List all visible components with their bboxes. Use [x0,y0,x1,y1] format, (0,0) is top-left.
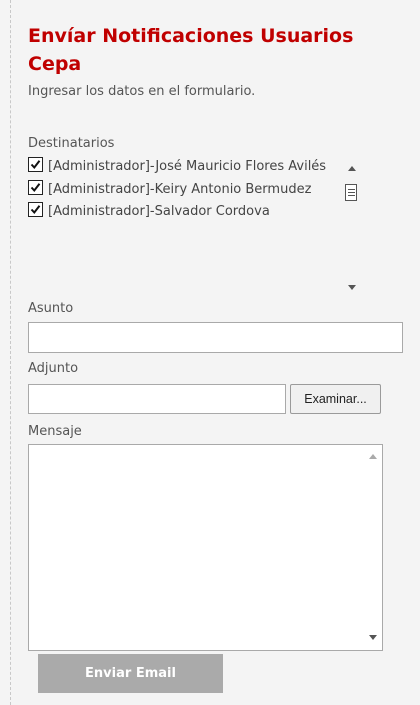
recipient-item[interactable]: [Administrador]-Keiry Antonio Bermudez [28,179,348,202]
recipient-label: [Administrador]-Salvador Cordova [48,204,270,219]
check-icon [30,182,41,192]
scroll-down-icon[interactable] [369,635,377,640]
scroll-up-icon[interactable] [348,166,356,171]
attachment-path-input[interactable] [28,384,286,414]
recipient-checkbox-checked[interactable] [28,157,43,172]
recipient-checkbox-checked[interactable] [28,202,43,217]
recipient-item[interactable]: [Administrador]-José Mauricio Flores Avi… [28,156,348,179]
send-email-button[interactable]: Enviar Email [38,654,223,693]
recipients-scrollbar[interactable] [344,158,360,296]
check-icon [30,160,41,170]
scroll-down-icon[interactable] [348,285,356,290]
subject-input[interactable] [28,322,403,353]
page-title: Envíar Notificaciones Usuarios Cepa [28,25,354,75]
recipient-label: [Administrador]-Keiry Antonio Bermudez [48,181,312,197]
browse-button[interactable]: Examinar... [290,384,381,414]
recipients-list[interactable]: [Administrador]-José Mauricio Flores Avi… [28,156,348,296]
scroll-thumb[interactable] [345,184,357,201]
form-instructions: Ingresar los datos en el formulario. [28,84,256,99]
attachment-label: Adjunto [28,361,79,376]
recipient-label: [Administrador]-José Mauricio Flores Avi… [48,159,327,174]
message-textarea[interactable] [28,444,383,651]
scroll-up-icon[interactable] [369,454,377,459]
recipients-label: Destinatarios [28,136,115,151]
check-icon [30,205,41,215]
recipient-checkbox-checked[interactable] [28,179,43,195]
message-scrollbar[interactable] [366,448,380,646]
subject-label: Asunto [28,301,74,316]
message-label: Mensaje [28,424,82,439]
recipient-item[interactable]: [Administrador]-Salvador Cordova [28,201,348,224]
